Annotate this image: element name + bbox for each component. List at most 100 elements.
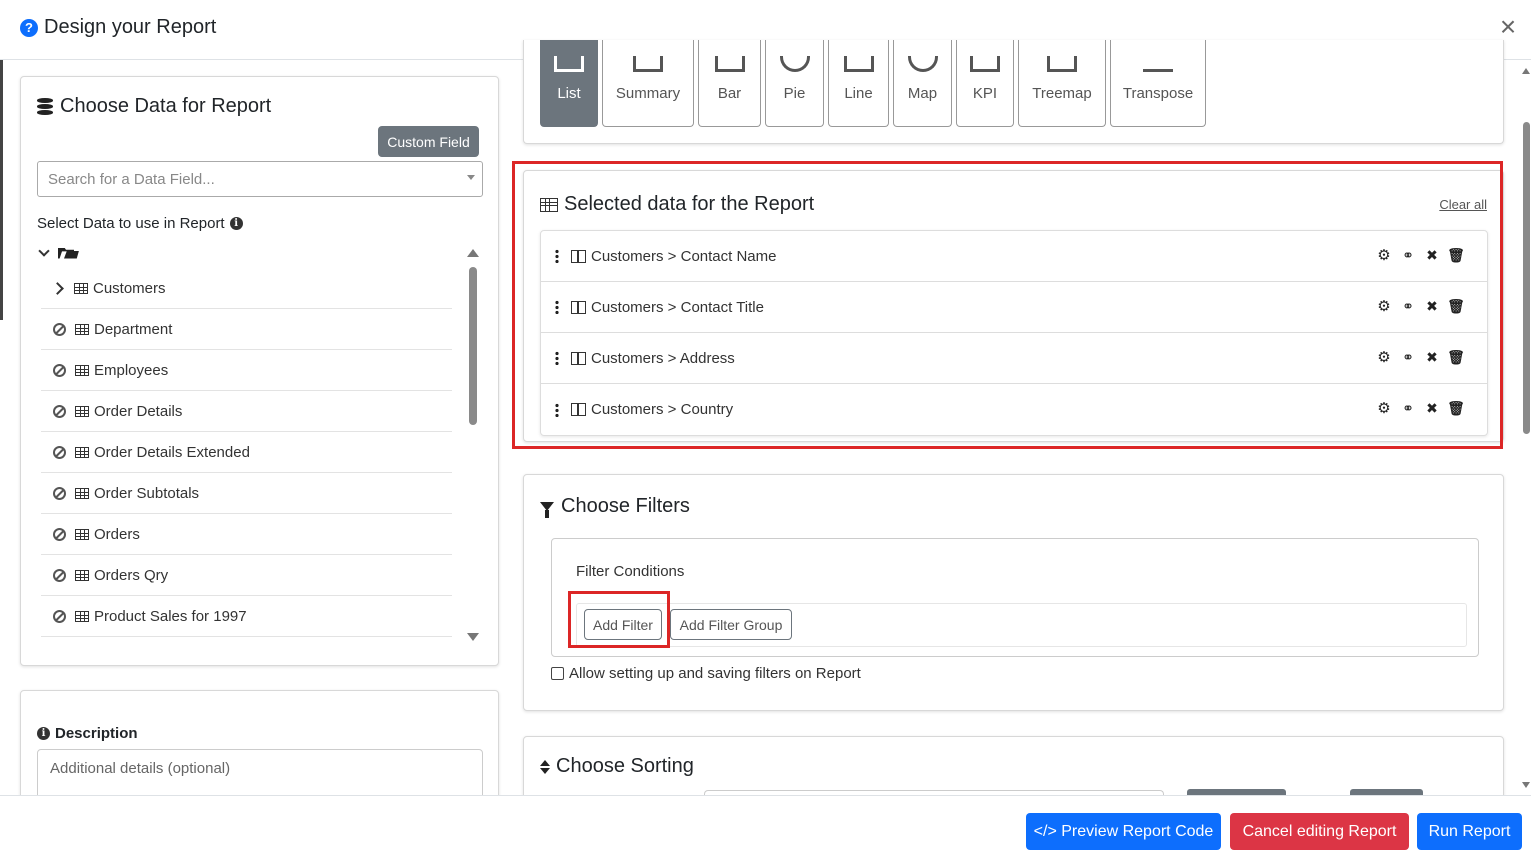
scroll-down-icon[interactable] — [467, 633, 479, 641]
table-item-department[interactable]: Department — [41, 309, 452, 350]
chart-type-kpi[interactable]: KPI — [956, 40, 1014, 127]
chart-type-list[interactable]: List — [540, 40, 598, 127]
chart-type-bar[interactable]: Bar — [698, 40, 761, 127]
chart-type-label: Pie — [783, 85, 806, 102]
table-icon — [75, 405, 89, 417]
kpi-icon — [970, 56, 1000, 72]
chart-type-buttons: List Summary Bar Pie Line Map KPI Treema… — [540, 40, 1206, 127]
filters-panel: Choose Filters Filter Conditions Add Fil… — [523, 474, 1504, 711]
preview-report-code-button[interactable]: </> Preview Report Code — [1026, 813, 1221, 850]
chart-type-label: KPI — [972, 85, 998, 102]
folder-open-icon-front — [64, 250, 79, 259]
table-item-orders-qry[interactable]: Orders Qry — [41, 555, 452, 596]
chevron-right-icon[interactable] — [51, 281, 64, 295]
custom-field-button[interactable]: Custom Field — [378, 126, 479, 157]
sorting-title: Choose Sorting — [540, 755, 694, 778]
scrollbar-thumb[interactable] — [469, 267, 477, 425]
chart-type-treemap[interactable]: Treemap — [1018, 40, 1106, 127]
filter-conditions-box: Filter Conditions Add Filter Add Filter … — [551, 538, 1479, 657]
scroll-up-icon[interactable] — [1522, 68, 1530, 74]
description-placeholder: Additional details (optional) — [50, 760, 231, 777]
allow-filters-row[interactable]: Allow setting up and saving filters on R… — [551, 665, 861, 682]
chart-type-label: Treemap — [1032, 85, 1092, 102]
description-title: i Description — [37, 725, 138, 742]
info-icon[interactable]: i — [229, 217, 243, 230]
table-item-label: Order Subtotals — [94, 484, 200, 502]
ban-icon — [53, 527, 66, 541]
table-list-scrollbar[interactable] — [467, 249, 479, 641]
chart-type-line[interactable]: Line — [828, 40, 889, 127]
page-edge — [0, 60, 3, 320]
choose-data-panel: Choose Data for Report Custom Field Sear… — [20, 76, 499, 666]
select-data-label-text: Select Data to use in Report — [37, 215, 225, 232]
table-icon — [75, 569, 89, 581]
cancel-editing-button[interactable]: Cancel editing Report — [1230, 813, 1409, 850]
table-icon — [75, 487, 89, 499]
table-list: Customers Department Employees Order Det… — [41, 268, 452, 637]
ban-icon — [53, 445, 66, 459]
table-icon — [75, 610, 89, 622]
description-title-text: Description — [55, 725, 138, 742]
table-item-label: Product Sales for 1997 — [94, 607, 247, 625]
chart-type-transpose[interactable]: Transpose — [1110, 40, 1206, 127]
modal-footer: </> Preview Report Code Cancel editing R… — [0, 795, 1531, 856]
chart-type-summary[interactable]: Summary — [602, 40, 694, 127]
table-item-order-details-extended[interactable]: Order Details Extended — [41, 432, 452, 473]
globe-icon — [907, 56, 938, 72]
bar-chart-icon — [714, 56, 745, 72]
table-icon — [74, 282, 88, 294]
database-icon — [37, 97, 53, 116]
chart-type-pie[interactable]: Pie — [765, 40, 824, 127]
scroll-down-icon[interactable] — [1522, 782, 1530, 788]
add-filter-highlight — [568, 591, 670, 648]
modal-title: ? Design your Report — [20, 16, 216, 39]
chart-type-label: Transpose — [1122, 85, 1194, 102]
scrollbar-thumb[interactable] — [1523, 122, 1530, 434]
chart-type-map[interactable]: Map — [893, 40, 952, 127]
add-filter-group-button[interactable]: Add Filter Group — [670, 609, 792, 640]
chevron-down-icon[interactable] — [38, 245, 50, 257]
filter-conditions-label: Filter Conditions — [576, 563, 685, 580]
choose-data-title: Choose Data for Report — [37, 95, 271, 118]
ban-icon — [53, 322, 66, 336]
close-icon[interactable]: × — [1493, 12, 1523, 42]
shuffle-icon — [1143, 56, 1173, 72]
sorting-title-text: Choose Sorting — [556, 755, 694, 777]
chart-type-label: Bar — [717, 85, 742, 102]
page-scrollbar[interactable] — [1521, 60, 1531, 795]
data-field-search-input[interactable]: Search for a Data Field... — [37, 161, 483, 197]
table-item-order-subtotals[interactable]: Order Subtotals — [41, 473, 452, 514]
allow-filters-checkbox[interactable] — [551, 667, 564, 680]
dropdown-caret-icon[interactable] — [467, 175, 475, 180]
treemap-icon — [1047, 56, 1077, 72]
line-chart-icon — [843, 56, 874, 72]
table-item-label: Employees — [94, 361, 169, 379]
search-placeholder: Search for a Data Field... — [48, 170, 215, 188]
ban-icon — [53, 363, 66, 377]
table-item-customers[interactable]: Customers — [41, 268, 452, 309]
table-item-orders[interactable]: Orders — [41, 514, 452, 555]
scroll-up-icon[interactable] — [467, 249, 479, 257]
chart-type-panel: List Summary Bar Pie Line Map KPI Treema… — [523, 40, 1504, 144]
table-icon — [75, 446, 89, 458]
table-item-employees[interactable]: Employees — [41, 350, 452, 391]
chart-type-label: List — [557, 85, 581, 102]
question-circle-icon[interactable]: ? — [20, 18, 38, 37]
ban-icon — [53, 486, 66, 500]
table-icon — [75, 323, 89, 335]
table-icon — [75, 364, 89, 376]
table-icon — [75, 528, 89, 540]
allow-filters-label: Allow setting up and saving filters on R… — [569, 665, 861, 682]
modal-title-text: Design your Report — [44, 16, 217, 38]
chart-type-label: Map — [907, 85, 938, 102]
table-item-product-sales[interactable]: Product Sales for 1997 — [41, 596, 452, 637]
run-report-button[interactable]: Run Report — [1417, 813, 1522, 850]
tree-root[interactable] — [38, 245, 79, 259]
sort-icon — [540, 759, 550, 774]
selected-data-highlight — [512, 161, 1503, 449]
ban-icon — [53, 404, 66, 418]
chart-type-label: Summary — [615, 85, 681, 102]
table-item-order-details[interactable]: Order Details — [41, 391, 452, 432]
chart-type-label: Line — [844, 85, 873, 102]
filters-title-text: Choose Filters — [561, 495, 690, 517]
